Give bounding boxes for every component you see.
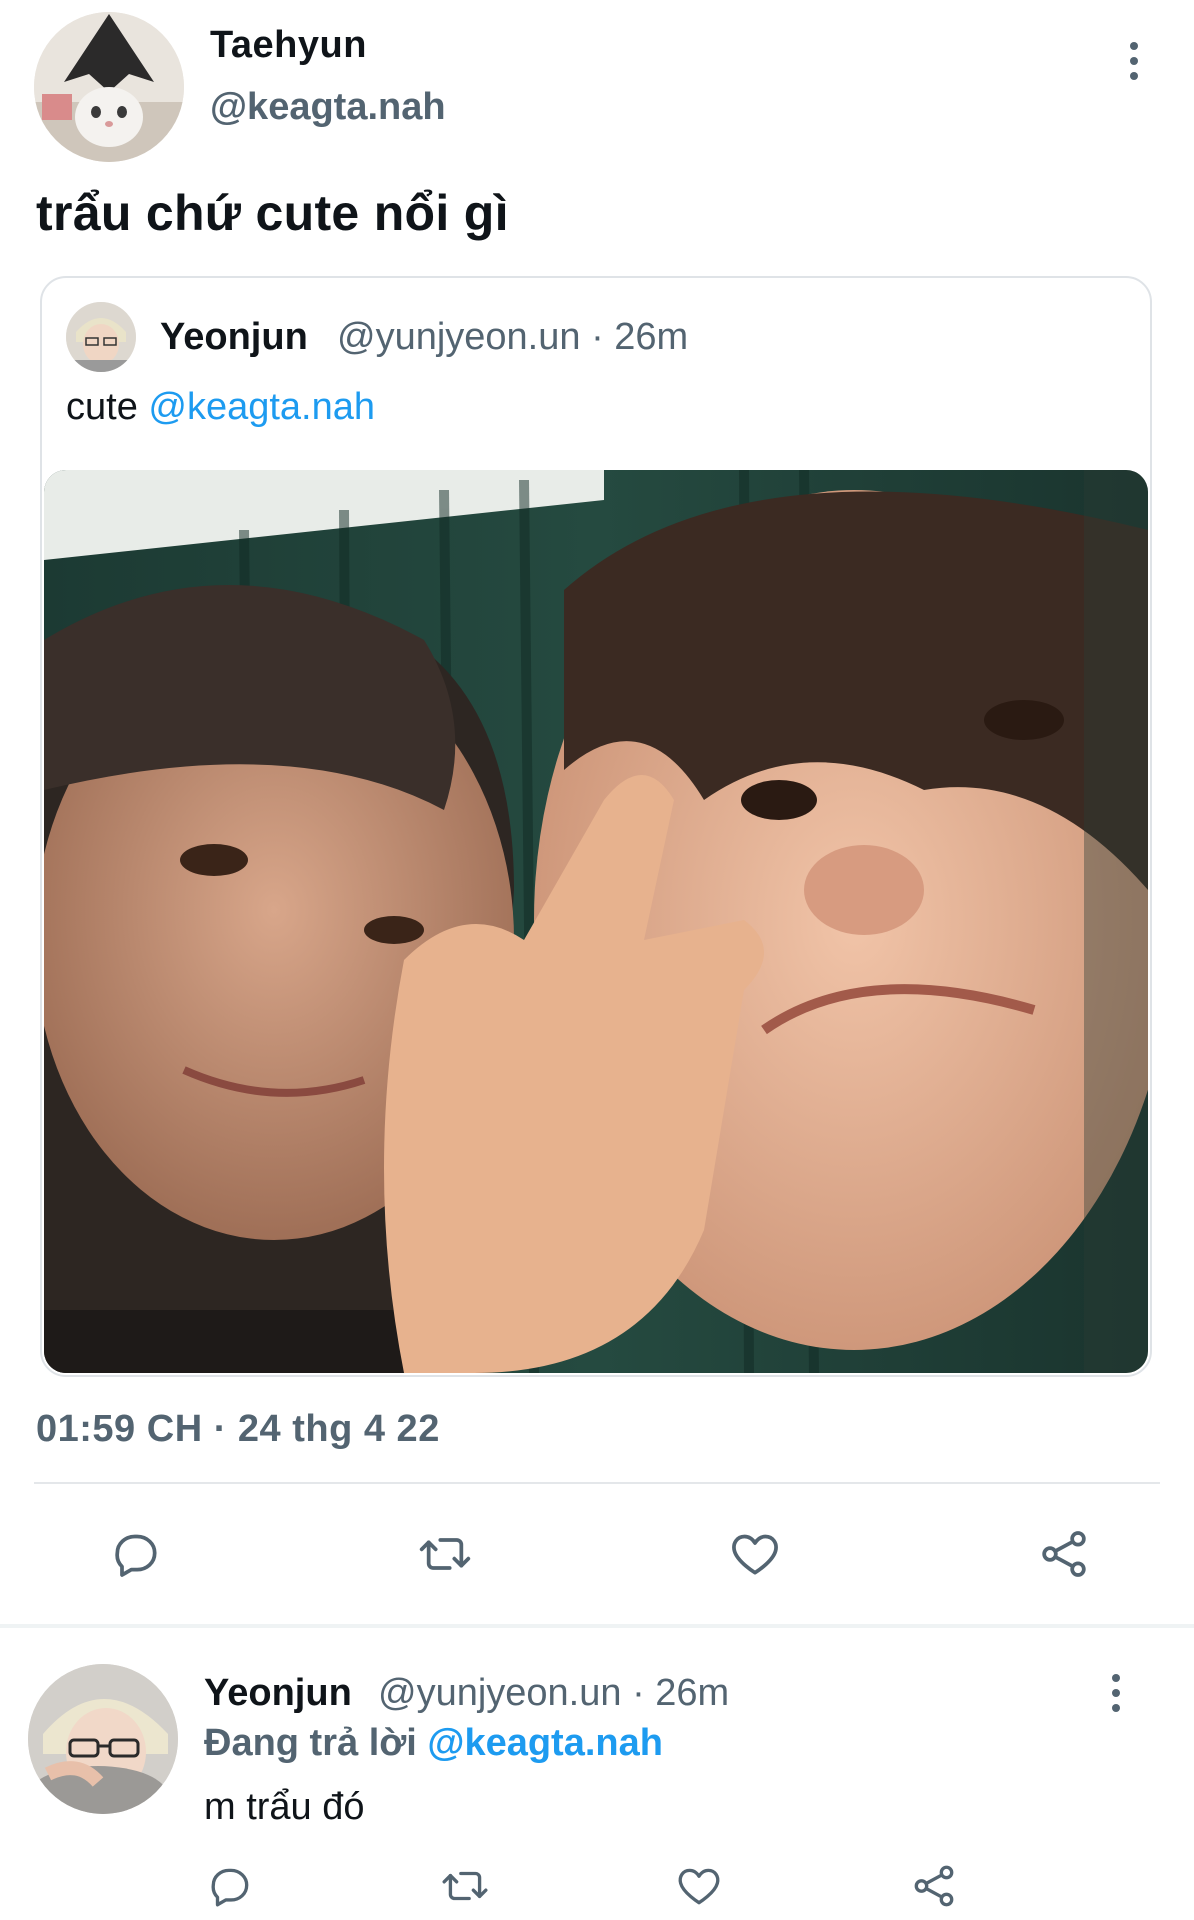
quoted-author-avatar <box>66 302 136 372</box>
reply-actions <box>200 1856 964 1916</box>
quoted-tweet-card[interactable]: Yeonjun @yunjyeon.un · 26m cute @keagta.… <box>40 276 1152 1377</box>
avatar-photo-icon <box>66 302 136 372</box>
tweet-actions <box>106 1524 1094 1584</box>
reply-icon[interactable] <box>106 1524 166 1584</box>
reply-author-avatar[interactable] <box>28 1664 178 1814</box>
cat-avatar-icon <box>34 12 184 162</box>
quoted-handle-time: @yunjyeon.un · 26m <box>337 316 689 358</box>
quoted-mention-link[interactable]: @keagta.nah <box>148 386 375 428</box>
quoted-text: cute @keagta.nah <box>66 386 375 429</box>
retweet-icon[interactable] <box>415 1524 475 1584</box>
reply-text: m trẩu đó <box>204 1786 365 1828</box>
photo-icon <box>44 470 1148 1373</box>
reply-icon[interactable] <box>200 1856 260 1916</box>
replying-to-mention-link[interactable]: @keagta.nah <box>427 1722 663 1764</box>
share-icon[interactable] <box>1034 1524 1094 1584</box>
replying-to-label: Đang trả lời <box>204 1722 428 1764</box>
reply-more-options-icon[interactable] <box>1106 1674 1126 1712</box>
quoted-display-name: Yeonjun <box>160 316 308 358</box>
replying-to: Đang trả lời @keagta.nah <box>204 1722 663 1765</box>
tweet-timestamp[interactable]: 01:59 CH · 24 thg 4 22 <box>36 1408 440 1451</box>
reply-display-name[interactable]: Yeonjun <box>204 1672 352 1715</box>
more-options-icon[interactable] <box>1124 42 1144 80</box>
share-icon[interactable] <box>904 1856 964 1916</box>
like-icon[interactable] <box>725 1524 785 1584</box>
like-icon[interactable] <box>669 1856 729 1916</box>
divider <box>34 1482 1160 1484</box>
reply-handle-time: @yunjyeon.un · 26m <box>378 1672 730 1714</box>
author-display-name[interactable]: Taehyun <box>210 24 367 67</box>
quoted-photo[interactable] <box>44 470 1148 1373</box>
quoted-text-prefix: cute <box>66 386 149 428</box>
author-avatar[interactable] <box>34 12 184 162</box>
retweet-icon[interactable] <box>435 1856 495 1916</box>
avatar-photo-icon <box>28 1664 178 1814</box>
author-handle[interactable]: @keagta.nah <box>210 86 446 129</box>
tweet-text: trẩu chứ cute nổi gì <box>36 185 509 241</box>
section-divider <box>0 1624 1194 1628</box>
